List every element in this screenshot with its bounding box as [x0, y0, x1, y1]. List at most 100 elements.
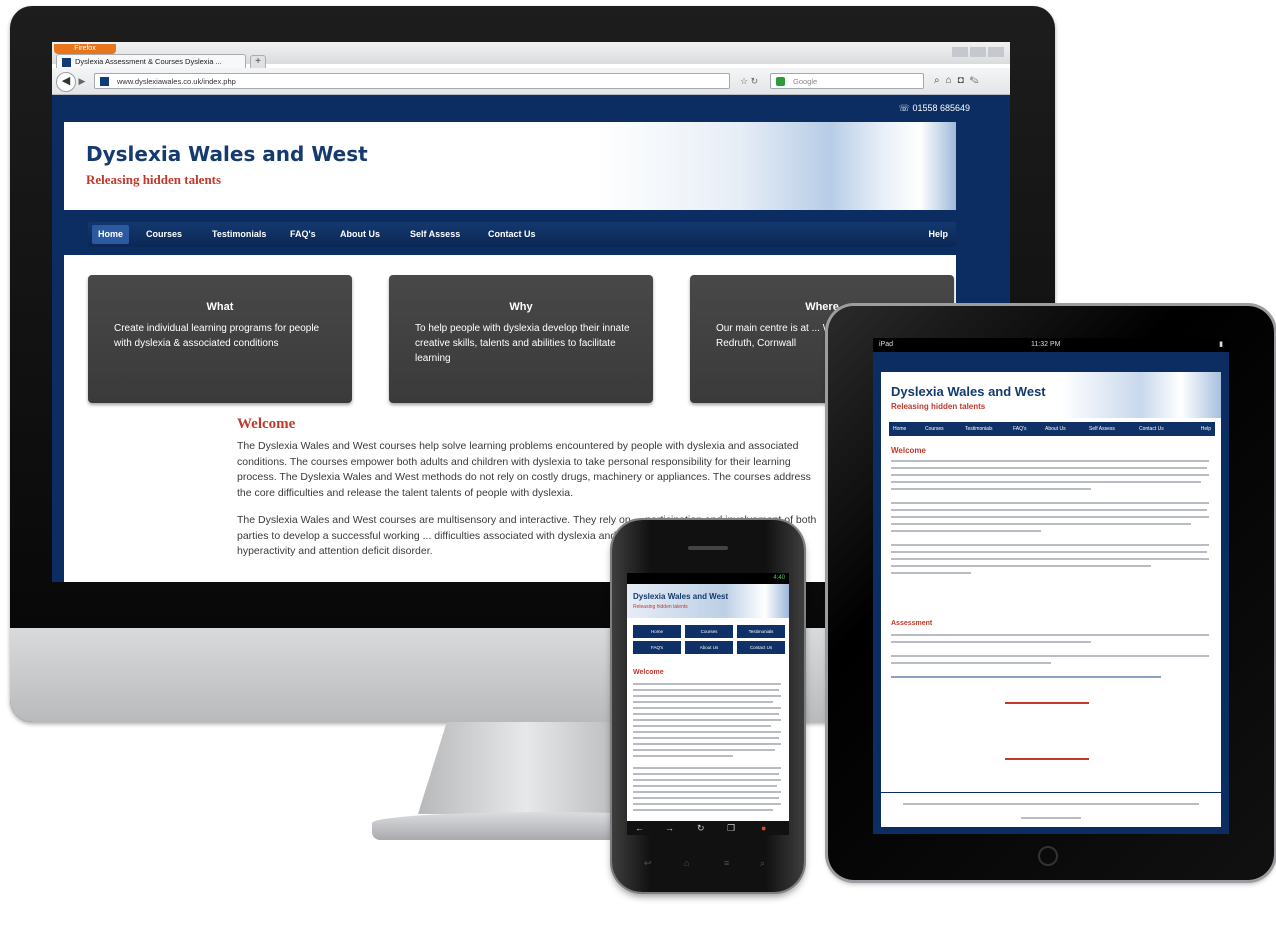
phone-text-line [633, 749, 775, 751]
phone-nav-home[interactable]: Home [633, 625, 681, 638]
forward-arrow-icon[interactable]: → [665, 821, 674, 835]
tablet-text-line [891, 551, 1207, 553]
tablet-screen: iPad 11:32 PM ▮ Dyslexia Wales and West … [873, 338, 1229, 834]
site-navigation: Home Courses Testimonials FAQ's About Us… [88, 222, 956, 247]
tablet-assessment-heading: Assessment [891, 620, 933, 627]
search-key-icon[interactable]: ⌕ [760, 858, 765, 869]
info-box-text: To help people with dyslexia develop the… [415, 323, 630, 364]
tablet-footer-line [1021, 817, 1081, 819]
phone-text-line [633, 803, 781, 805]
close-button[interactable] [988, 47, 1004, 57]
tablet-footer-line [903, 803, 1199, 805]
back-button[interactable]: ◀ [56, 72, 76, 92]
new-tab-button[interactable]: + [250, 55, 266, 69]
tablet-nav-faqs[interactable]: FAQ's [1013, 422, 1026, 436]
nav-self-assess[interactable]: Self Assess [410, 222, 460, 247]
windows-icon[interactable]: ❐ [727, 821, 735, 835]
tablet-nav-contact-us[interactable]: Contact Us [1139, 422, 1164, 436]
tablet-text-line [891, 655, 1209, 657]
tablet-nav-help[interactable]: Help [1201, 422, 1211, 436]
tablet-text-line [891, 509, 1207, 511]
tablet-text-line [891, 474, 1209, 476]
info-box-heading: What [206, 301, 234, 313]
phone-text-line [633, 719, 781, 721]
nav-courses[interactable]: Courses [146, 222, 182, 247]
site-title[interactable]: Dyslexia Wales and West [86, 142, 368, 166]
tablet-navigation: Home Courses Testimonials FAQ's About Us… [889, 422, 1215, 436]
back-arrow-icon[interactable]: ← [635, 821, 644, 835]
back-key-icon[interactable]: ↩ [644, 858, 652, 869]
nav-faqs[interactable]: FAQ's [290, 222, 316, 247]
menu-key-icon[interactable]: ≡ [724, 858, 729, 868]
tablet-nav-about-us[interactable]: About Us [1045, 422, 1066, 436]
phone-text-line [633, 695, 781, 697]
tablet-nav-home[interactable]: Home [893, 422, 906, 436]
phone-text-line [633, 809, 773, 811]
info-box-why: Why To help people with dyslexia develop… [389, 275, 653, 403]
tablet-site-title[interactable]: Dyslexia Wales and West [891, 384, 1046, 399]
favicon-icon [62, 58, 71, 67]
header-clouds-image [596, 122, 956, 210]
tablet-text-line [891, 634, 1209, 636]
tablet-text-line [891, 460, 1209, 462]
nav-about-us[interactable]: About Us [340, 222, 380, 247]
tablet-text-line [891, 572, 971, 574]
phone-text-line [633, 689, 779, 691]
site-tagline: Releasing hidden talents [86, 172, 222, 187]
phone-nav-faqs[interactable]: FAQ's [633, 641, 681, 654]
search-placeholder: Google [793, 77, 818, 86]
home-key-icon[interactable]: ⌂ [684, 858, 689, 868]
tablet-welcome-heading: Welcome [891, 446, 926, 455]
firefox-menu-button[interactable]: Firefox [54, 44, 116, 54]
phone-nav-courses[interactable]: Courses [685, 625, 733, 638]
tablet-nav-courses[interactable]: Courses [925, 422, 944, 436]
toolbar-icons[interactable]: ⌕⌂◘✎ [934, 73, 1006, 89]
tablet-nav-self-assess[interactable]: Self Assess [1089, 422, 1115, 436]
browser-tab[interactable]: Dyslexia Assessment & Courses Dyslexia .… [56, 54, 246, 68]
forward-button[interactable]: ▶ [76, 75, 88, 87]
reload-icon[interactable]: ☆ ↻ [740, 74, 764, 88]
phone-text-line [633, 683, 781, 685]
tablet-text-line [891, 530, 1041, 532]
refresh-icon[interactable]: ↻ [697, 821, 705, 835]
maximize-button[interactable] [970, 47, 986, 57]
phone-text-line [633, 791, 781, 793]
phone-nav-testimonials[interactable]: Testimonials [737, 625, 785, 638]
site-header: Dyslexia Wales and West Releasing hidden… [64, 122, 956, 210]
tablet-text-line [891, 565, 1151, 567]
phone-nav-about-us[interactable]: About Us [685, 641, 733, 654]
tablet-text-line [891, 662, 1051, 664]
tablet-link-line[interactable] [891, 676, 1161, 678]
tablet-text-line [891, 516, 1209, 518]
search-input[interactable]: Google [770, 73, 924, 89]
tablet-text-line [891, 502, 1209, 504]
nav-home[interactable]: Home [92, 225, 130, 244]
phone-nav-contact-us[interactable]: Contact Us [737, 641, 785, 654]
phone-text-line [633, 707, 781, 709]
tablet-page: Dyslexia Wales and West Releasing hidden… [881, 372, 1221, 792]
tablet-testimonial-quote [1005, 702, 1089, 760]
phone-screen: 4:40 Dyslexia Wales and West Releasing h… [627, 573, 789, 835]
tablet-site-tagline: Releasing hidden talents [891, 402, 986, 411]
phone-speaker [688, 546, 728, 550]
address-bar[interactable]: www.dyslexiawales.co.uk/index.php [94, 73, 730, 89]
nav-help[interactable]: Help [928, 222, 948, 247]
info-box-heading: Why [509, 301, 533, 313]
window-controls [950, 44, 1006, 57]
opera-icon[interactable]: ● [761, 821, 766, 835]
phone-site-title[interactable]: Dyslexia Wales and West [633, 592, 728, 601]
minimize-button[interactable] [952, 47, 968, 57]
tablet-home-button[interactable] [1038, 846, 1058, 866]
header-phone-number: ☏ 01558 685649 [898, 103, 970, 113]
tablet-website: Dyslexia Wales and West Releasing hidden… [873, 352, 1229, 834]
nav-contact-us[interactable]: Contact Us [488, 222, 536, 247]
phone-text-line [633, 737, 779, 739]
info-box-what: What Create individual learning programs… [88, 275, 352, 403]
tablet-nav-testimonials[interactable]: Testimonials [965, 422, 993, 436]
nav-testimonials[interactable]: Testimonials [212, 222, 266, 247]
tab-title: Dyslexia Assessment & Courses Dyslexia .… [75, 57, 222, 66]
phone-clock: 4:40 [773, 575, 785, 581]
tablet-footer [881, 792, 1221, 827]
tablet-text-line [891, 558, 1209, 560]
tablet-text-line [891, 544, 1209, 546]
